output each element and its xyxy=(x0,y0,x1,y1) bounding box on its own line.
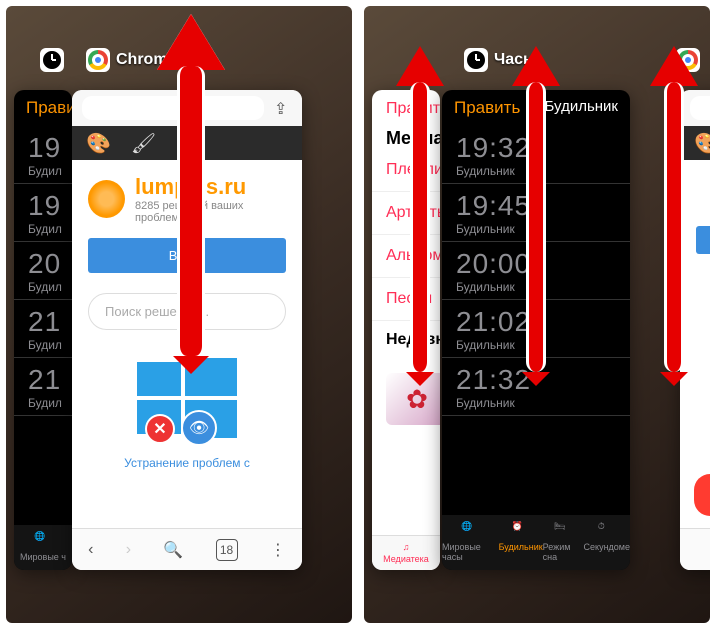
chrome-label: Chrome xyxy=(116,51,176,69)
music-library-tab[interactable]: ♫ Медиатека xyxy=(383,542,429,564)
monitor-eye-icon: 👁 xyxy=(181,410,217,446)
clock-card[interactable]: Править Будильник 19:32Будильник19:45Буд… xyxy=(442,90,630,570)
music-recent: Недавно xyxy=(372,321,440,359)
tool-strip: 🎨 🖌 ＋ xyxy=(72,126,302,160)
article-title[interactable]: Устранение проблем с xyxy=(124,456,250,470)
windows-logo: ✕ 👁 xyxy=(137,358,237,438)
clock-icon xyxy=(40,48,64,72)
clock-app-header: Часы xyxy=(464,48,537,72)
clock-screen-title: Будильник xyxy=(545,98,618,118)
forward-icon: › xyxy=(126,541,131,559)
edit-button[interactable]: Править xyxy=(454,98,520,118)
music-card[interactable]: Править Медиатека ПлейлистыАртистыАльбом… xyxy=(372,90,440,570)
clock-app-header xyxy=(40,48,64,72)
chrome-icon xyxy=(676,48,700,72)
alarm-row[interactable]: 21:02Будильник xyxy=(442,300,630,358)
site-logo-icon xyxy=(88,180,125,218)
music-note-icon: ♫ xyxy=(403,542,410,552)
record-button-edge[interactable] xyxy=(694,474,710,516)
chrome-app-header xyxy=(676,48,700,72)
palette-icon[interactable]: 🎨 xyxy=(86,131,111,156)
site-name: lumpics.ru xyxy=(135,174,286,200)
page-content: lumpics.ru 8285 решений ваших проблем Во… xyxy=(72,160,302,528)
alarm-row[interactable]: 19Будил xyxy=(14,184,72,242)
music-title: Медиатека xyxy=(372,128,440,149)
music-row[interactable]: Артисты xyxy=(372,192,440,235)
site-tagline: 8285 решений ваших проблем xyxy=(135,200,286,224)
music-row[interactable]: Плейлисты xyxy=(372,149,440,192)
edit-button[interactable]: Прави xyxy=(26,98,72,118)
login-button[interactable]: Войти xyxy=(88,238,286,273)
error-icon: ✕ xyxy=(145,414,175,444)
chrome-app-header: Chrome xyxy=(86,48,176,72)
chrome-icon xyxy=(86,48,110,72)
alarm-row[interactable]: 21:32Будильник xyxy=(442,358,630,416)
app-switcher-left[interactable]: Прави 19Будил19Будил20Будил21Будил21Буди… xyxy=(6,6,352,623)
search-icon[interactable]: 🔍 xyxy=(163,540,183,560)
alarm-row[interactable]: 19:45Будильник xyxy=(442,184,630,242)
url-bar[interactable]: ⇪ xyxy=(72,90,302,126)
alarm-row[interactable]: 20Будил xyxy=(14,242,72,300)
stopwatch-tab[interactable]: ⏱Секундоме xyxy=(584,521,630,562)
music-row[interactable]: Альбомы xyxy=(372,235,440,278)
album-art-gear-icon[interactable]: ✿ xyxy=(386,373,440,425)
world-clock-tab[interactable]: 🌐Мировые часы xyxy=(442,521,499,562)
music-row[interactable]: Песни xyxy=(372,278,440,321)
search-input[interactable]: Поиск решения... xyxy=(88,293,286,330)
brush-icon[interactable]: 🖌 xyxy=(131,131,156,156)
clock-card-partial[interactable]: Прави 19Будил19Будил20Будил21Будил21Буди… xyxy=(14,90,72,570)
sleep-tab[interactable]: 🛏Режим сна xyxy=(543,521,584,562)
clock-label: Часы xyxy=(494,51,537,69)
back-icon[interactable]: ‹ xyxy=(88,541,93,559)
alarm-row[interactable]: 20:00Будильник xyxy=(442,242,630,300)
alarm-row[interactable]: 21Будил xyxy=(14,358,72,416)
menu-icon[interactable]: ⋮ xyxy=(270,540,286,560)
clock-icon xyxy=(464,48,488,72)
chrome-card[interactable]: ⇪ 🎨 🖌 ＋ lumpics.ru 8285 решений ваших пр… xyxy=(72,90,302,570)
share-icon[interactable]: ⇪ xyxy=(274,99,292,117)
alarm-row[interactable]: 19:32Будильник xyxy=(442,126,630,184)
music-edit[interactable]: Править xyxy=(372,90,440,128)
chrome-bottom-bar: ‹ › 🔍 18 ⋮ xyxy=(72,528,302,570)
app-switcher-right[interactable]: Править Медиатека ПлейлистыАртистыАльбом… xyxy=(364,6,710,623)
plus-icon[interactable]: ＋ xyxy=(176,129,196,158)
world-clock-tab[interactable]: 🌐 Мировые ч xyxy=(20,531,66,562)
alarm-row[interactable]: 21Будил xyxy=(14,300,72,358)
alarm-tab[interactable]: ⏰Будильник xyxy=(499,521,543,562)
url-field[interactable] xyxy=(82,96,264,120)
alarm-row[interactable]: 19Будил xyxy=(14,126,72,184)
tabs-button[interactable]: 18 xyxy=(216,539,238,561)
